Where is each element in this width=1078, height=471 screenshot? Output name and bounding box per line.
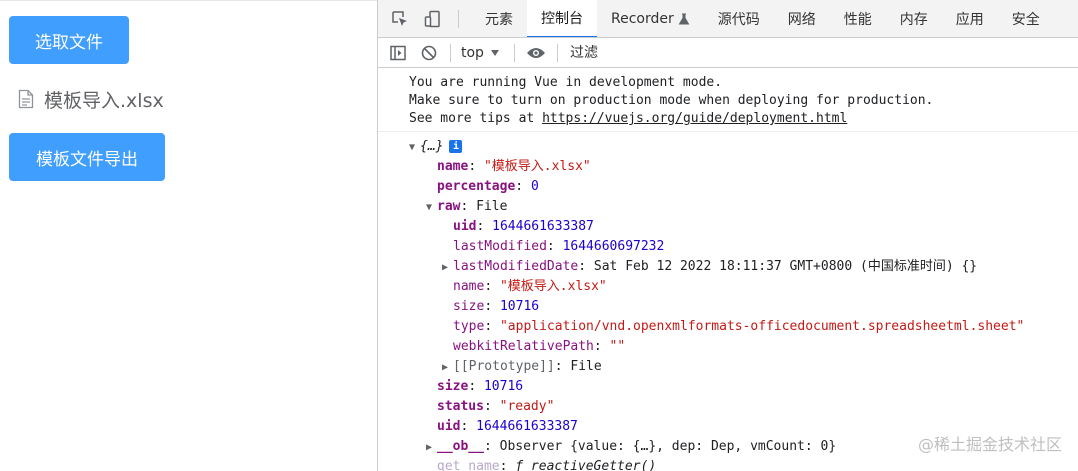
- uploaded-file-item[interactable]: 模板导入.xlsx: [18, 85, 164, 113]
- filter-input[interactable]: [569, 44, 750, 61]
- prop-key: size: [453, 299, 485, 314]
- devtools-panel: 元素 控制台 Recorder 源代码 网络 性能 内存 应用 安全 top 过…: [377, 0, 1078, 471]
- devtools-tabbar: 元素 控制台 Recorder 源代码 网络 性能 内存 应用 安全: [378, 0, 1078, 38]
- context-value: top: [461, 44, 484, 61]
- prop-row: size: 10716: [437, 379, 524, 394]
- prop-row: type: "application/vnd.openxmlformats-of…: [453, 319, 1025, 334]
- live-expression-eye-icon[interactable]: [525, 42, 547, 64]
- prop-key: size: [437, 379, 469, 394]
- expand-triangle-icon[interactable]: ▶: [426, 438, 437, 458]
- message-line: Make sure to turn on production mode whe…: [409, 93, 934, 108]
- message-line: You are running Vue in development mode.: [409, 75, 723, 90]
- object-summary: {…}: [420, 139, 444, 154]
- tab-performance[interactable]: 性能: [830, 0, 886, 37]
- prop-key: lastModified: [453, 239, 547, 254]
- prop-value: 1644661633387: [492, 219, 594, 234]
- prop-key: [[Prototype]]: [453, 359, 555, 374]
- prop-row-expandable[interactable]: ▶ [[Prototype]]: File: [378, 357, 1078, 377]
- export-template-button[interactable]: 模板文件导出: [9, 133, 165, 181]
- sidebar-toggle-icon[interactable]: [387, 42, 409, 64]
- toolbar-separator: [450, 43, 451, 62]
- app-pane: 选取文件 模板导入.xlsx 模板文件导出: [0, 0, 377, 471]
- prop-row: name: "模板导入.xlsx": [453, 279, 607, 294]
- watermark: @稀土掘金技术社区: [917, 435, 1062, 454]
- prop-key: type: [453, 319, 485, 334]
- tab-network[interactable]: 网络: [774, 0, 830, 37]
- expand-triangle-icon[interactable]: ▶: [442, 358, 453, 378]
- prop-value: "模板导入.xlsx": [499, 279, 607, 294]
- tab-elements[interactable]: 元素: [471, 0, 527, 37]
- prop-key: raw: [437, 199, 461, 214]
- prop-value: 1644660697232: [562, 239, 665, 254]
- tab-recorder-label: Recorder: [611, 10, 674, 27]
- device-toggle-icon[interactable]: [422, 8, 444, 30]
- console-toolbar: top: [378, 38, 1078, 68]
- prop-key: percentage: [437, 179, 516, 194]
- prop-value: "": [609, 339, 626, 354]
- deployment-link[interactable]: https://vuejs.org/guide/deployment.html: [542, 111, 847, 126]
- document-icon: [18, 89, 34, 109]
- prop-key: webkitRelativePath: [453, 339, 594, 354]
- prop-value: File: [476, 199, 508, 214]
- prop-key: __ob__: [437, 439, 484, 454]
- prop-value: Observer {value: {…}, dep: Dep, vmCount:…: [499, 439, 837, 454]
- prop-key: uid: [437, 419, 461, 434]
- prop-value: File: [570, 359, 602, 374]
- prop-value: "ready": [499, 399, 555, 414]
- toolbar-separator: [513, 43, 515, 62]
- prop-value: 0: [530, 179, 539, 194]
- prop-row-expandable[interactable]: ▶ lastModifiedDate: Sat Feb 12 2022 18:11…: [378, 257, 1078, 277]
- file-name: 模板导入.xlsx: [44, 89, 164, 112]
- message-line: See more tips at https://vuejs.org/guide…: [409, 110, 1078, 128]
- info-icon[interactable]: i: [449, 140, 463, 153]
- tab-separator: [458, 9, 459, 28]
- console-output: You are running Vue in development mode.…: [378, 68, 1078, 471]
- tab-application[interactable]: 应用: [942, 0, 998, 37]
- tab-recorder[interactable]: Recorder: [597, 0, 704, 37]
- prop-key: uid: [453, 219, 477, 234]
- prop-key: status: [437, 399, 484, 414]
- expand-triangle-icon[interactable]: ▼: [426, 198, 437, 218]
- message-text: See more tips at: [409, 111, 543, 126]
- prop-row: name: "模板导入.xlsx": [437, 159, 591, 174]
- prop-key: name: [437, 159, 469, 174]
- inspect-element-icon[interactable]: [389, 8, 411, 30]
- prop-key: name: [453, 279, 485, 294]
- prop-value: "application/vnd.openxmlformats-officedo…: [499, 319, 1025, 334]
- object-summary-row[interactable]: ▼ {…} i: [378, 137, 1078, 157]
- context-select[interactable]: top: [457, 45, 504, 61]
- tab-memory[interactable]: 内存: [886, 0, 942, 37]
- prop-value: Sat Feb 12 2022 18:11:37 GMT+0800 (中国标准时…: [593, 259, 978, 274]
- clear-console-icon[interactable]: [418, 42, 440, 64]
- flask-icon: [678, 13, 690, 24]
- tab-console[interactable]: 控制台: [527, 0, 597, 37]
- prop-row: lastModified: 1644660697232: [453, 239, 665, 254]
- prop-row: status: "ready": [437, 399, 555, 414]
- vue-dev-message: You are running Vue in development mode.…: [378, 74, 1078, 132]
- prop-row: percentage: 0: [437, 179, 539, 194]
- prop-row: uid: 1644661633387: [453, 219, 594, 234]
- expand-triangle-icon[interactable]: ▼: [409, 138, 420, 158]
- prop-row: webkitRelativePath: "": [453, 339, 626, 354]
- prop-key: get name: [437, 459, 500, 471]
- toolbar-separator: [556, 43, 558, 62]
- prop-row: size: 10716: [453, 299, 540, 314]
- expand-triangle-icon[interactable]: ▶: [442, 258, 453, 278]
- prop-row-expandable[interactable]: ▼ raw: File: [378, 197, 1078, 217]
- select-file-button[interactable]: 选取文件: [9, 16, 129, 64]
- tab-sources[interactable]: 源代码: [704, 0, 774, 37]
- prop-value: 1644661633387: [476, 419, 578, 434]
- tab-security[interactable]: 安全: [998, 0, 1054, 37]
- prop-value: 10716: [499, 299, 540, 314]
- prop-row: get name: ƒ reactiveGetter(): [378, 457, 1078, 471]
- prop-key: lastModifiedDate: [453, 259, 579, 274]
- prop-value: "模板导入.xlsx": [483, 159, 591, 174]
- logged-object: ▼ {…} i name: "模板导入.xlsx" percentage: 0 ▼ r…: [378, 132, 1078, 471]
- prop-value: 10716: [483, 379, 524, 394]
- dropdown-arrow-icon: [490, 49, 499, 56]
- prop-value: ƒ reactiveGetter(): [515, 459, 657, 471]
